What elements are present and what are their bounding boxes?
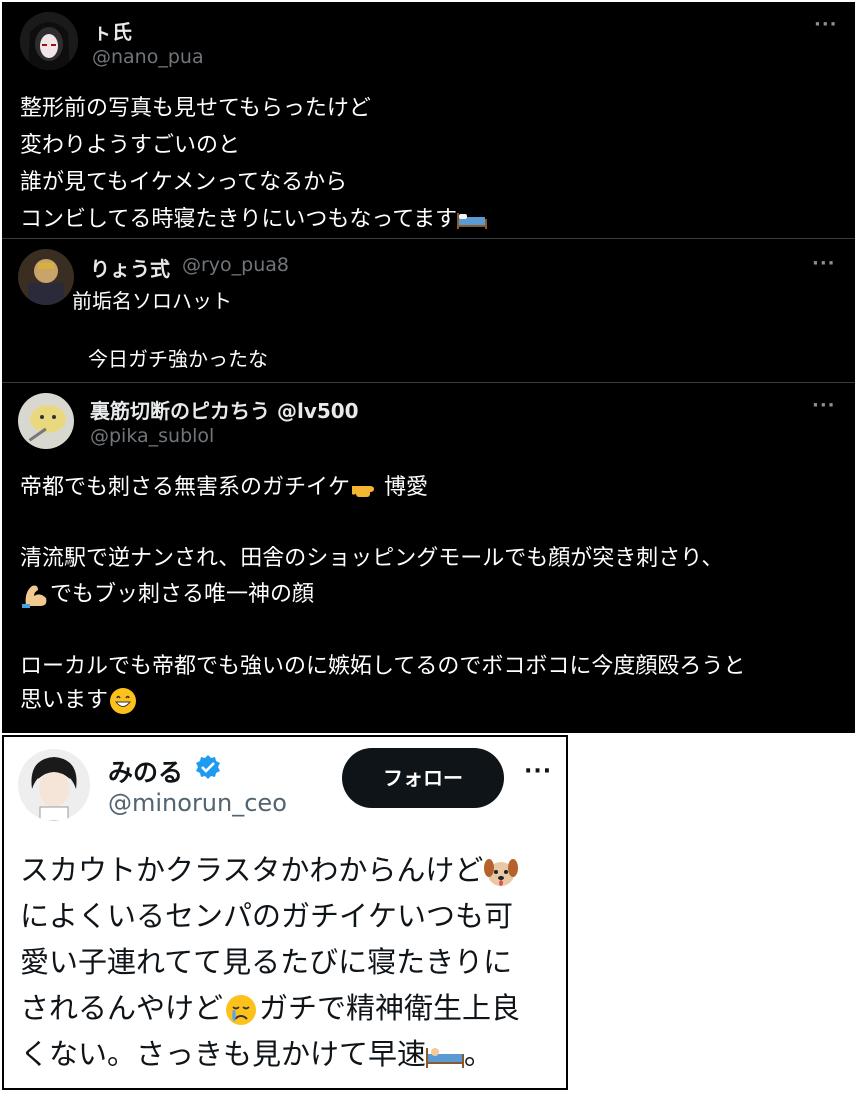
person-in-bed-icon	[426, 1048, 465, 1068]
verified-badge-icon	[196, 755, 220, 779]
tweet-line-text: 帝都でも刺さる無害系のガチイケ	[20, 475, 351, 500]
tweet-2[interactable]: りょう式 @ryo_pua8 ··· 前垢名ソロハット 今日ガチ強かったな	[2, 239, 855, 382]
tweet-line: されるんやけど ガチで精神衛生上良	[20, 985, 520, 1031]
tweet-line-text: スカウトかクラスタかわからんけど	[20, 853, 484, 887]
tweet-card[interactable]: みのる @minorun_ceo フォロー ··· スカウトかクラスタかわからん…	[2, 735, 568, 1090]
tweet-line: 前垢名ソロハット	[72, 289, 232, 313]
tweet-line: 清流駅で逆ナンされ、田舎のショッピングモールでも顔が突き刺さり、	[20, 546, 724, 571]
more-options-icon[interactable]: ···	[524, 759, 552, 784]
tweet-line: でもブッ刺さる唯一神の顔	[20, 576, 314, 613]
tweet-line: くない。さっきも見かけて早速 。	[20, 1031, 520, 1077]
tweet-line: ローカルでも帝都でも強いのに嫉妬してるのでボコボコに今度顔殴ろうと	[20, 654, 746, 679]
tweet-1[interactable]: ㇳ氏 @nano_pua ··· 整形前の写真も見せてもらったけど 変わりようす…	[2, 2, 855, 238]
tweet-line-text: 思います	[20, 688, 109, 713]
display-name[interactable]: みのる	[108, 753, 183, 789]
tweet-line: 誰が見てもイケメンってなるから	[20, 170, 348, 195]
grinning-face-icon	[110, 688, 137, 714]
avatar-image	[18, 393, 74, 449]
user-handle[interactable]: @ryo_pua8	[182, 254, 289, 276]
tweet-line-text: 。	[464, 1037, 494, 1071]
user-handle[interactable]: @minorun_ceo	[108, 789, 287, 817]
tweet-text: 整形前の写真も見せてもらったけど 変わりようすごいのと 誰が見てもイケメンってな…	[20, 90, 488, 238]
avatar-image	[18, 749, 90, 821]
flexed-biceps-icon	[22, 585, 47, 608]
crying-face-icon	[226, 995, 257, 1025]
avatar-image	[20, 12, 78, 70]
dog-face-icon	[484, 859, 519, 886]
avatar[interactable]	[18, 749, 90, 821]
tweet-line-text: 博愛	[384, 475, 429, 500]
tweet-line: 帝都でも刺さる無害系のガチイケ 博愛	[20, 469, 428, 506]
user-handle[interactable]: @pika_sublol	[90, 425, 214, 447]
tweet-line: 愛い子連れてて見るたびに寝たきりに	[20, 945, 513, 979]
tweet-3[interactable]: 裏筋切断のピカちう @lv500 @pika_sublol ··· 帝都でも刺さ…	[2, 383, 855, 733]
avatar-image	[18, 249, 74, 305]
pointing-hand-icon	[352, 486, 375, 497]
tweet-line: 今日ガチ強かったな	[88, 347, 268, 371]
avatar[interactable]	[18, 393, 74, 449]
avatar[interactable]	[18, 249, 74, 305]
tweet-line: 整形前の写真も見せてもらったけど	[20, 96, 371, 121]
tweet-line: 変わりようすごいのと	[20, 133, 241, 158]
tweet-text: スカウトかクラスタかわからんけど によくいるセンパのガチイケいつも可 愛い子連れ…	[20, 847, 520, 1077]
more-options-icon[interactable]: ···	[812, 253, 836, 274]
avatar[interactable]	[20, 12, 78, 70]
display-name[interactable]: りょう式	[90, 253, 170, 282]
display-name[interactable]: 裏筋切断のピカちう @lv500	[90, 395, 359, 424]
more-options-icon[interactable]: ···	[812, 395, 836, 416]
tweet-line-text: くない。さっきも見かけて早速	[20, 1037, 427, 1071]
tweet-line: コンビしてる時寝たきりにいつもなってます	[20, 201, 488, 238]
tweet-line-text: ガチで精神衛生上良	[259, 991, 521, 1025]
more-options-icon[interactable]: ···	[814, 14, 838, 35]
tweet-line: によくいるセンパのガチイケいつも可	[20, 899, 514, 933]
display-name[interactable]: ㇳ氏	[92, 16, 132, 45]
tweet-line-text: されるんやけど	[20, 991, 224, 1025]
bed-icon	[457, 213, 488, 229]
tweet-line: スカウトかクラスタかわからんけど	[20, 847, 520, 893]
tweet-line-text: でもブッ刺さる唯一神の顔	[50, 582, 315, 607]
tweet-line-text: コンビしてる時寝たきりにいつもなってます	[20, 207, 458, 232]
follow-button[interactable]: フォロー	[342, 748, 504, 808]
tweet-line: 思います	[20, 682, 138, 719]
user-handle[interactable]: @nano_pua	[92, 46, 204, 68]
